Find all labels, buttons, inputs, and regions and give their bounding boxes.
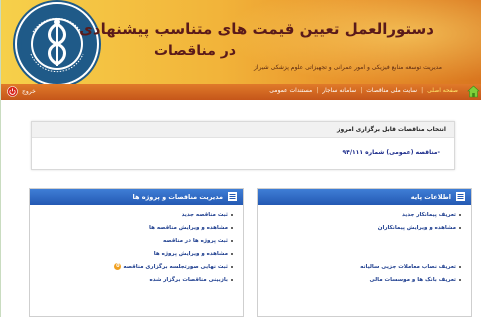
header-banner: دستورالعمل تعیین قیمت های متناسب پیشنهاد…: [1, 0, 481, 84]
link-register-projects[interactable]: ثبت پروژه ها در مناقصه: [114, 235, 233, 248]
count-badge: 0: [114, 263, 122, 270]
nav-item-sajar[interactable]: سامانه ساجار: [318, 87, 360, 94]
nav-separator: |: [360, 87, 363, 94]
link-edit-tenders[interactable]: مشاهده و ویرایش مناقصه ها: [114, 222, 233, 235]
bullet: [231, 226, 233, 229]
exit-button[interactable]: خروج: [7, 86, 36, 97]
bullet: [459, 278, 461, 281]
site-title-line2: در مناقصات: [153, 43, 236, 59]
home-icon[interactable]: [467, 85, 480, 98]
nav-separator: |: [316, 87, 319, 94]
bullet: [459, 265, 461, 268]
bullet: [459, 226, 461, 229]
bullet: [231, 278, 233, 281]
tender-management-panel-title: مدیریت مناقصات و پروژه ها: [132, 193, 223, 201]
bullet: [231, 252, 233, 255]
link-edit-projects[interactable]: مشاهده و ویرایش پروژه ها: [114, 248, 233, 261]
base-info-panel: اطلاعات پایه تعریف پیمانکار جدید مشاهده …: [257, 188, 472, 317]
list-spacer: [360, 235, 461, 261]
exit-label: خروج: [22, 88, 36, 95]
tender-link[interactable]: -مناقصه (عمومی) شماره ۹۴/۱۱۱: [343, 149, 441, 156]
nav-item-public-docs[interactable]: مستندات عمومی: [265, 87, 316, 94]
site-title: دستورالعمل تعیین قیمت های متناسب پیشنهاد…: [79, 20, 434, 38]
today-tenders-box: انتخاب مناقصات قابل برگزاری امروز -مناقص…: [31, 121, 455, 170]
list-window-icon: [456, 192, 465, 201]
link-edit-contractors[interactable]: مشاهده و ویرایش پیمانکاران: [360, 222, 461, 235]
today-tenders-header: انتخاب مناقصات قابل برگزاری امروز: [32, 122, 454, 138]
nav-separator: |: [421, 87, 424, 94]
bullet: [231, 265, 233, 268]
bullet: [231, 239, 233, 242]
page: دستورالعمل تعیین قیمت های متناسب پیشنهاد…: [0, 0, 481, 317]
nav-menu: صفحه اصلی | سایت ملی مناقصات | سامانه سا…: [265, 87, 462, 94]
tender-management-panel-header: مدیریت مناقصات و پروژه ها: [30, 189, 243, 205]
link-banks[interactable]: تعریف بانک ها و موسسات مالی: [360, 274, 461, 287]
nav-item-home[interactable]: صفحه اصلی: [423, 87, 462, 94]
top-navbar: صفحه اصلی | سایت ملی مناقصات | سامانه سا…: [1, 84, 481, 100]
today-tenders-title: انتخاب مناقصات قابل برگزاری امروز: [337, 126, 446, 133]
base-info-panel-title: اطلاعات پایه: [410, 193, 451, 201]
link-annual-threshold[interactable]: تعریف نصاب معاملات جزیی سالیانه: [360, 261, 461, 274]
bullet: [231, 213, 233, 216]
base-info-list: تعریف پیمانکار جدید مشاهده و ویرایش پیما…: [360, 209, 461, 287]
bullet: [459, 213, 461, 216]
nav-item-national-tenders[interactable]: سایت ملی مناقصات: [362, 87, 421, 94]
list-window-icon: [228, 192, 237, 201]
power-icon: [7, 86, 18, 97]
tender-management-list: ثبت مناقصه جدید مشاهده و ویرایش مناقصه ه…: [114, 209, 233, 287]
link-final-minutes[interactable]: ثبت نهایی صورتجلسه برگزاری مناقصه0: [114, 261, 233, 274]
tender-management-panel: مدیریت مناقصات و پروژه ها ثبت مناقصه جدی…: [29, 188, 244, 317]
link-new-contractor[interactable]: تعریف پیمانکار جدید: [360, 209, 461, 222]
site-subtitle: مدیریت توسعه منابع فیزیکی و امور عمرانی …: [253, 64, 442, 71]
link-review-tenders[interactable]: بازبینی مناقصات برگزار شده: [114, 274, 233, 287]
university-seal-logo: [15, 2, 99, 84]
header-glow: [222, 0, 481, 84]
link-new-tender[interactable]: ثبت مناقصه جدید: [114, 209, 233, 222]
base-info-panel-header: اطلاعات پایه: [258, 189, 471, 205]
